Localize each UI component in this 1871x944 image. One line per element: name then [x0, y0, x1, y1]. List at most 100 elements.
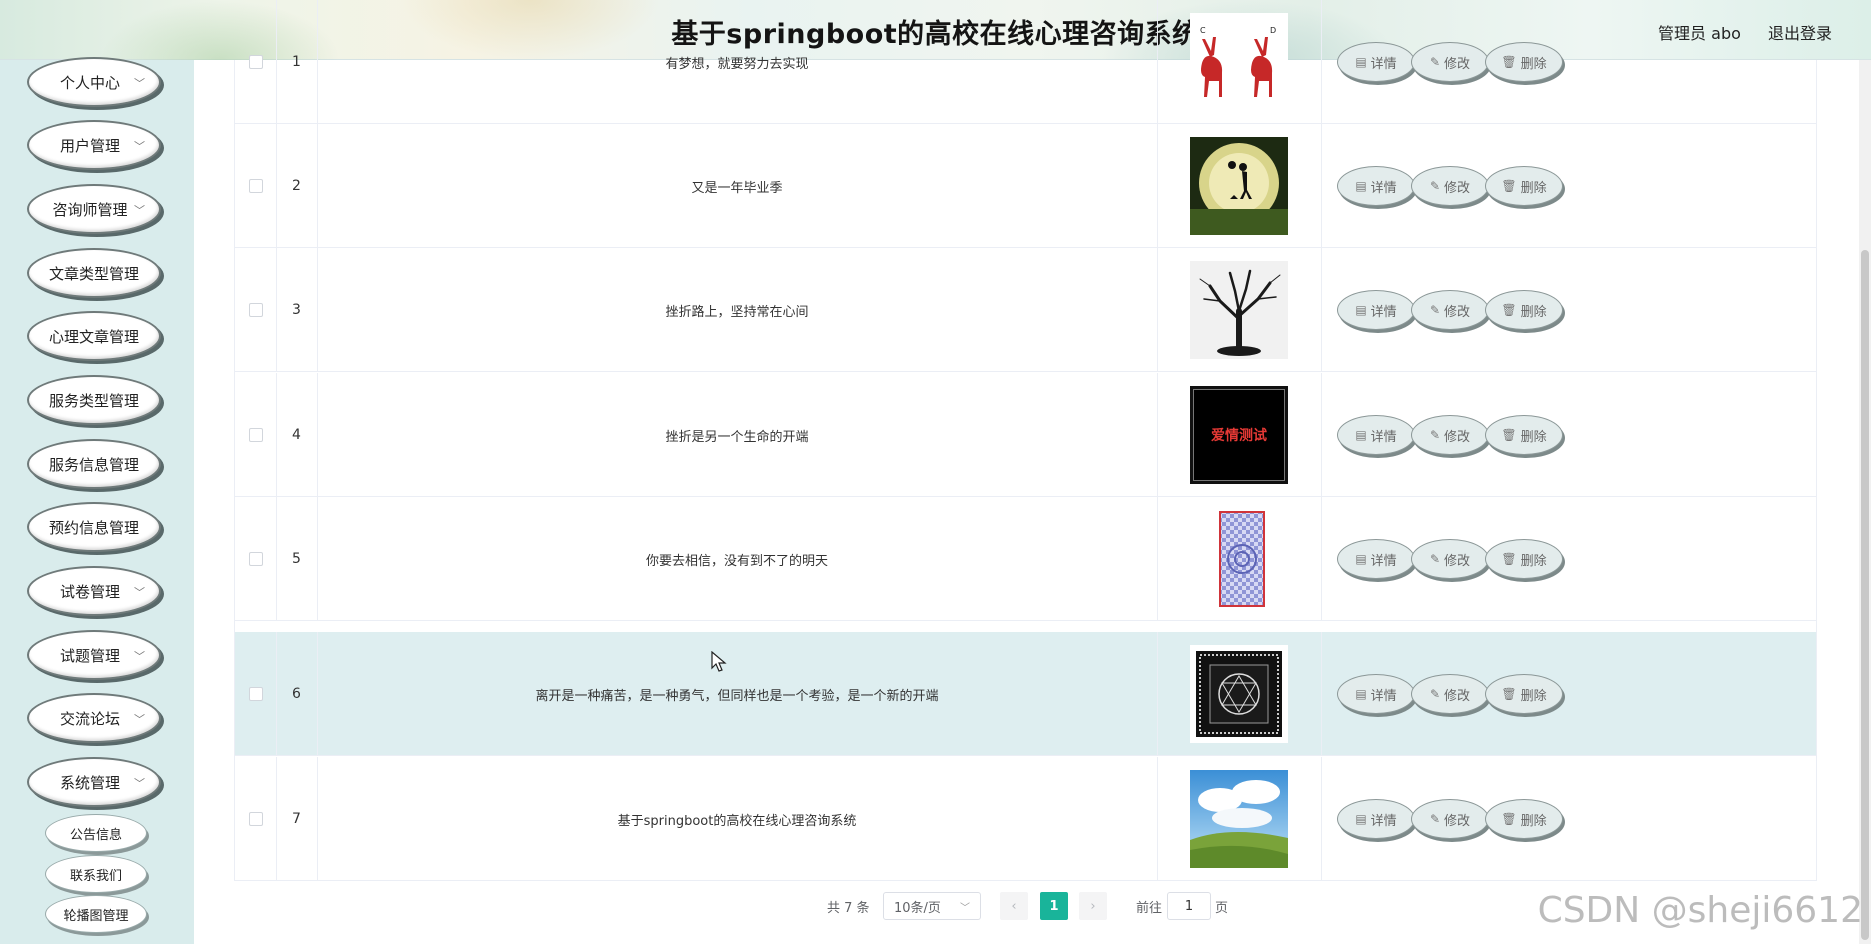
sidebar-item-forum[interactable]: 交流论坛 ﹀ [27, 693, 161, 743]
sidebar-item-counselor-management[interactable]: 咨询师管理 ﹀ [27, 184, 161, 234]
detail-button[interactable]: ▤ 详情 [1337, 539, 1415, 579]
row-checkbox[interactable] [248, 303, 263, 317]
sidebar-item-label: 心理文章管理 [48, 327, 139, 346]
edit-button[interactable]: ✎ 修改 [1411, 290, 1489, 330]
pencil-icon: ✎ [1429, 687, 1441, 701]
detail-button[interactable]: ▤ 详情 [1337, 42, 1415, 82]
edit-label: 修改 [1444, 180, 1471, 196]
sidebar-item-service-info-management[interactable]: 服务信息管理 [27, 439, 161, 489]
chevron-left-icon: ‹ [1011, 898, 1017, 914]
page-number-button[interactable]: 1 [1040, 892, 1068, 920]
delete-button[interactable]: 🗑 删除 [1485, 415, 1563, 455]
edit-button[interactable]: ✎ 修改 [1411, 539, 1489, 579]
row-index: 5 [292, 551, 301, 567]
chevron-down-icon: ﹀ [134, 204, 145, 217]
document-icon: ▤ [1355, 812, 1367, 826]
sidebar-item-exam-paper-management[interactable]: 试卷管理 ﹀ [27, 566, 161, 616]
sidebar-subitem-label: 公告信息 [69, 827, 122, 843]
row-checkbox[interactable] [248, 687, 263, 701]
sidebar-item-label: 系统管理 [59, 773, 120, 792]
edit-button[interactable]: ✎ 修改 [1411, 415, 1489, 455]
row-index-cell: 4 [276, 373, 317, 497]
row-select-cell [235, 497, 276, 621]
delete-button[interactable]: 🗑 删除 [1485, 799, 1563, 839]
row-index: 4 [292, 427, 301, 443]
row-image-cell: 爱情测试 [1157, 373, 1321, 497]
next-page-button[interactable]: › [1079, 892, 1107, 920]
delete-label: 删除 [1520, 304, 1547, 320]
delete-button[interactable]: 🗑 删除 [1485, 290, 1563, 330]
detail-button[interactable]: ▤ 详情 [1337, 415, 1415, 455]
delete-button[interactable]: 🗑 删除 [1485, 674, 1563, 714]
pencil-icon: ✎ [1429, 552, 1441, 566]
detail-label: 详情 [1370, 688, 1397, 704]
detail-button[interactable]: ▤ 详情 [1337, 674, 1415, 714]
row-index: 3 [292, 302, 301, 318]
sidebar-item-service-type-management[interactable]: 服务类型管理 [27, 375, 161, 425]
data-table: 1 有梦想，就要努力去实现 C D ▤ 详情 ✎ 修改 🗑 删除 2 又是一年毕业季 ▤ 详情 ✎ 修改 🗑 删除… [234, 0, 1817, 881]
sidebar-subitem-contact-us[interactable]: 联系我们 [45, 855, 147, 893]
document-icon: ▤ [1355, 303, 1367, 317]
row-title-cell: 挫折是另一个生命的开端 [317, 373, 1157, 497]
delete-button[interactable]: 🗑 删除 [1485, 539, 1563, 579]
deer-thumbnail-image: CD [1190, 13, 1288, 111]
detail-label: 详情 [1370, 813, 1397, 829]
pencil-icon: ✎ [1429, 55, 1441, 69]
row-index-cell: 6 [276, 632, 317, 756]
sidebar-item-appointment-management[interactable]: 预约信息管理 [27, 502, 161, 552]
row-image-cell [1157, 248, 1321, 372]
row-checkbox[interactable] [248, 812, 263, 826]
page-unit-label: 页 [1215, 900, 1229, 916]
document-icon: ▤ [1355, 552, 1367, 566]
row-index: 7 [292, 811, 301, 827]
svg-text:D: D [1270, 26, 1276, 35]
sidebar-item-system-management[interactable]: 系统管理 ﹀ [27, 757, 161, 807]
trash-icon: 🗑 [1501, 812, 1517, 826]
edit-label: 修改 [1444, 304, 1471, 320]
sidebar-item-article-type-management[interactable]: 文章类型管理 [27, 248, 161, 298]
detail-button[interactable]: ▤ 详情 [1337, 166, 1415, 206]
row-select-cell [235, 0, 276, 124]
chevron-down-icon: ﹀ [134, 586, 145, 599]
sidebar-item-article-management[interactable]: 心理文章管理 [27, 311, 161, 361]
prev-page-button[interactable]: ‹ [1000, 892, 1028, 920]
delete-label: 删除 [1520, 56, 1547, 72]
delete-button[interactable]: 🗑 删除 [1485, 42, 1563, 82]
chevron-down-icon: ﹀ [134, 650, 145, 663]
row-title: 你要去相信，没有到不了的明天 [645, 553, 828, 569]
row-checkbox[interactable] [248, 428, 263, 442]
sidebar-menu: 个人中心 ﹀ 用户管理 ﹀ 咨询师管理 ﹀ 文章类型管理 心理文章管理 服务类型… [0, 57, 194, 944]
scrollbar-thumb[interactable] [1861, 250, 1869, 940]
edit-label: 修改 [1444, 553, 1471, 569]
page-scrollbar[interactable] [1859, 60, 1871, 944]
page-size-select[interactable]: 10条/页 ﹀ [883, 892, 981, 920]
row-index: 2 [292, 178, 301, 194]
table-row: 2 又是一年毕业季 ▤ 详情 ✎ 修改 🗑 删除 [235, 124, 1816, 248]
sidebar-item-question-management[interactable]: 试题管理 ﹀ [27, 630, 161, 680]
row-title-cell: 离开是一种痛苦，是一种勇气，但同样也是一个考验，是一个新的开端 [317, 632, 1157, 756]
edit-button[interactable]: ✎ 修改 [1411, 674, 1489, 714]
row-select-cell [235, 632, 276, 756]
trash-icon: 🗑 [1501, 55, 1517, 69]
goto-page-input[interactable]: 1 [1167, 892, 1211, 920]
row-title-cell: 基于springboot的高校在线心理咨询系统 [317, 757, 1157, 881]
sidebar-subitem-carousel-management[interactable]: 轮播图管理 [45, 895, 147, 933]
row-checkbox[interactable] [248, 179, 263, 193]
edit-label: 修改 [1444, 813, 1471, 829]
sidebar-item-label: 服务类型管理 [48, 391, 139, 410]
sidebar-subitem-label: 联系我们 [69, 868, 122, 884]
edit-button[interactable]: ✎ 修改 [1411, 799, 1489, 839]
row-index-cell: 1 [276, 0, 317, 124]
detail-button[interactable]: ▤ 详情 [1337, 799, 1415, 839]
row-checkbox[interactable] [248, 552, 263, 566]
edit-button[interactable]: ✎ 修改 [1411, 42, 1489, 82]
row-checkbox[interactable] [248, 55, 263, 69]
page-size-value: 10条/页 [894, 900, 941, 916]
sidebar-subitem-announcements[interactable]: 公告信息 [45, 814, 147, 852]
detail-button[interactable]: ▤ 详情 [1337, 290, 1415, 330]
delete-button[interactable]: 🗑 删除 [1485, 166, 1563, 206]
sidebar-item-personal-center[interactable]: 个人中心 ﹀ [27, 57, 161, 107]
pencil-icon: ✎ [1429, 428, 1441, 442]
sidebar-item-user-management[interactable]: 用户管理 ﹀ [27, 120, 161, 170]
edit-button[interactable]: ✎ 修改 [1411, 166, 1489, 206]
